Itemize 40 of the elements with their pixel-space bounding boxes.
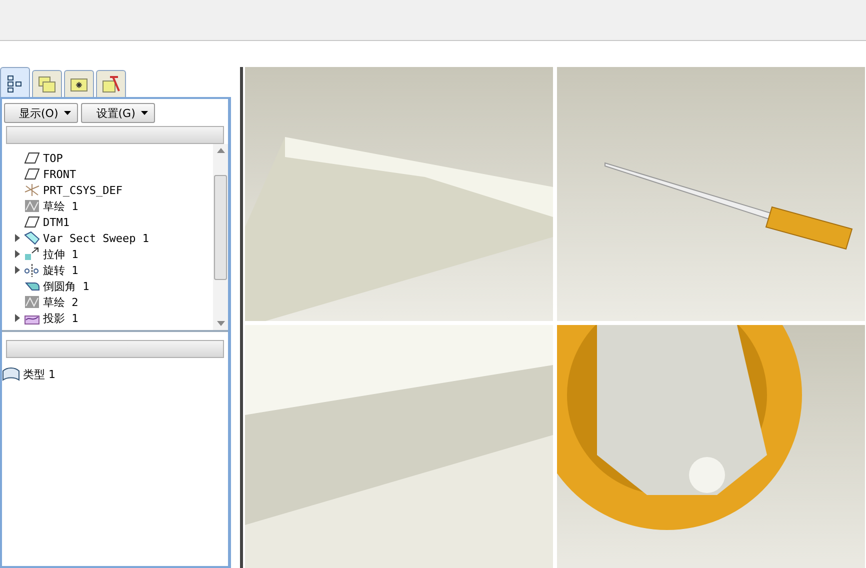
expand-icon[interactable] bbox=[15, 314, 20, 322]
datum-plane-icon bbox=[24, 151, 40, 165]
tree-item[interactable]: PRT_CSYS_DEF bbox=[43, 184, 122, 196]
expand-icon[interactable] bbox=[15, 250, 20, 258]
panel-tab[interactable] bbox=[64, 70, 94, 97]
tree-item[interactable]: 拉伸 1 bbox=[43, 246, 78, 262]
scrollbar[interactable] bbox=[213, 144, 228, 330]
datum-plane-icon bbox=[24, 167, 40, 181]
tree-item[interactable]: Var Sect Sweep 1 bbox=[43, 232, 149, 244]
scroll-up-icon[interactable] bbox=[216, 148, 224, 153]
folder-tools-icon bbox=[101, 74, 121, 94]
panel-tab[interactable] bbox=[0, 67, 30, 97]
screwdriver-view-drawing[interactable] bbox=[557, 67, 865, 321]
tree-item[interactable]: 草绘 2 bbox=[43, 294, 78, 310]
coordinate-system-icon bbox=[24, 183, 40, 197]
tree-item[interactable]: 投影 1 bbox=[43, 310, 78, 326]
expand-icon[interactable] bbox=[15, 234, 20, 242]
screwdriver-end-drawing[interactable] bbox=[557, 325, 865, 568]
layer-icon bbox=[2, 367, 20, 381]
datum-plane-icon bbox=[24, 215, 40, 229]
sweep-icon bbox=[24, 231, 40, 245]
scroll-down-icon[interactable] bbox=[216, 321, 224, 326]
sketch-icon bbox=[24, 295, 40, 309]
tree-item[interactable]: 草绘 1 bbox=[43, 198, 78, 214]
expand-icon[interactable] bbox=[15, 266, 20, 274]
caret-icon bbox=[64, 111, 72, 115]
extrude-icon bbox=[24, 247, 40, 261]
tree-item[interactable]: 倒圆角 1 bbox=[43, 278, 90, 294]
tree-item[interactable]: TOP bbox=[43, 152, 63, 164]
folders-icon bbox=[37, 74, 57, 94]
tree-item[interactable]: 旋转 1 bbox=[43, 262, 78, 278]
revolve-icon bbox=[24, 263, 40, 277]
sketch-icon bbox=[24, 199, 40, 213]
tree-item[interactable]: FRONT bbox=[43, 168, 76, 180]
menu-button[interactable]: 设置(G) bbox=[81, 103, 156, 123]
panel-tab[interactable] bbox=[96, 70, 126, 97]
layer-item[interactable]: 类型 1 bbox=[23, 366, 56, 382]
tree-item[interactable]: DTM1 bbox=[43, 216, 70, 228]
menu-button[interactable]: 显示(O) bbox=[4, 103, 78, 123]
caret-icon bbox=[141, 111, 148, 115]
